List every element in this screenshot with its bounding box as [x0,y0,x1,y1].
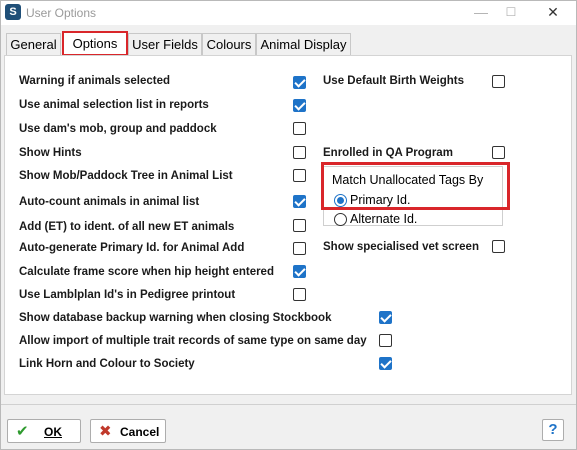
options-panel: Warning if animals selected Use animal s… [4,55,572,395]
checkbox-mob-paddock-tree[interactable] [293,169,306,182]
tab-colours[interactable]: Colours [202,33,256,55]
dialog-footer: ✔ OK ✖ Cancel ? [1,405,576,449]
title-bar: S User Options — ☐ ✕ [1,1,576,25]
tab-options[interactable]: Options [62,31,128,56]
option-label-default-birth-weights: Use Default Birth Weights [323,75,464,87]
cancel-button[interactable]: ✖ Cancel [90,419,166,443]
option-label-dams-mob: Use dam's mob, group and paddock [19,123,217,135]
option-label-show-hints: Show Hints [19,147,82,159]
maximize-button[interactable]: ☐ [501,3,521,21]
checkbox-multiple-trait-import[interactable] [379,334,392,347]
checkbox-auto-generate-id[interactable] [293,242,306,255]
checkbox-warning-animals[interactable] [293,76,306,89]
checkbox-show-hints[interactable] [293,146,306,159]
minimize-button[interactable]: — [471,3,491,21]
option-label-add-et: Add (ET) to ident. of all new ET animals [19,221,235,233]
checkbox-vet-screen[interactable] [492,240,505,253]
checkmark-icon: ✔ [16,423,29,440]
ok-button[interactable]: ✔ OK [7,419,81,443]
checkbox-dams-mob[interactable] [293,122,306,135]
option-label-auto-count: Auto-count animals in animal list [19,196,200,208]
tab-general[interactable]: General [6,33,61,55]
checkbox-add-et[interactable] [293,219,306,232]
option-label-lamblplan-ids: Use Lamblplan Id's in Pedigree printout [19,289,236,301]
checkbox-default-birth-weights[interactable] [492,75,505,88]
checkbox-auto-count[interactable] [293,195,306,208]
checkbox-animal-selection-list[interactable] [293,99,306,112]
option-label-vet-screen: Show specialised vet screen [323,241,479,253]
option-label-horn-colour-society: Link Horn and Colour to Society [19,358,195,370]
tab-user-fields[interactable]: User Fields [128,33,202,55]
option-label-auto-generate-id: Auto-generate Primary Id. for Animal Add [19,242,245,254]
checkbox-qa-program[interactable] [492,146,505,159]
tab-animal-display[interactable]: Animal Display [256,33,351,55]
checkbox-frame-score[interactable] [293,265,306,278]
radio-alternate-id[interactable] [334,213,347,226]
match-tags-highlight [321,162,510,210]
user-options-dialog: S User Options — ☐ ✕ General Options Use… [0,0,577,450]
option-label-backup-warning: Show database backup warning when closin… [19,312,332,324]
option-label-qa-program: Enrolled in QA Program [323,147,453,159]
option-label-warning-animals: Warning if animals selected [19,75,171,87]
option-label-animal-selection-list: Use animal selection list in reports [19,99,209,111]
checkbox-horn-colour-society[interactable] [379,357,392,370]
option-label-mob-paddock-tree: Show Mob/Paddock Tree in Animal List [19,170,233,182]
option-label-frame-score: Calculate frame score when hip height en… [19,266,274,278]
radio-label-alternate-id: Alternate Id. [350,212,418,226]
window-title: User Options [26,6,97,20]
checkbox-lamblplan-ids[interactable] [293,288,306,301]
close-button[interactable]: ✕ [543,3,563,21]
checkbox-backup-warning[interactable] [379,311,392,324]
help-button[interactable]: ? [542,419,564,441]
option-label-multiple-trait-import: Allow import of multiple trait records o… [19,335,367,347]
cross-icon: ✖ [99,423,112,440]
app-icon: S [5,4,21,20]
